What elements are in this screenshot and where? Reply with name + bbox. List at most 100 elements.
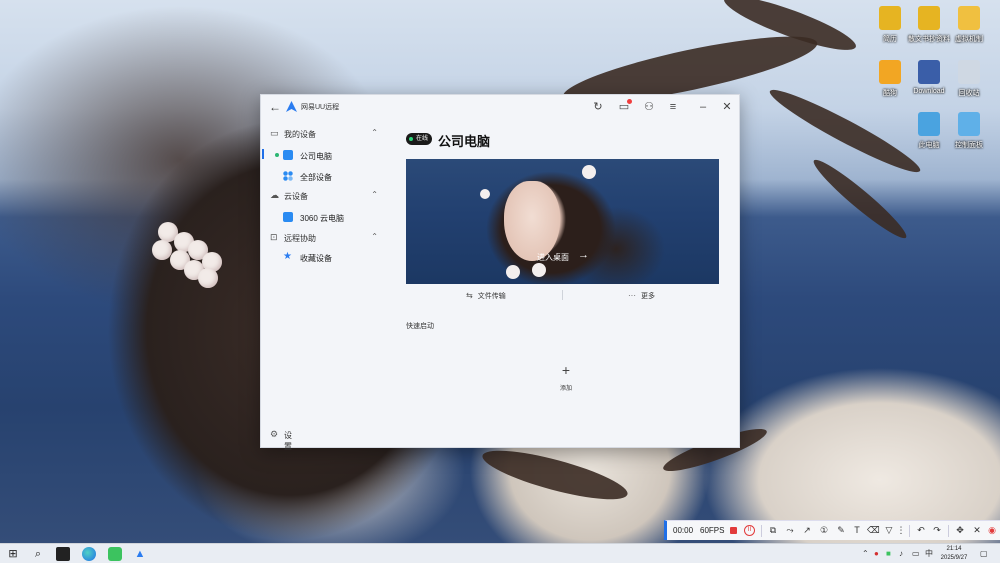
desktop-icon-recycle-bin[interactable]: 回收站 [939,60,999,98]
preview-face [504,181,560,261]
online-dot [275,153,279,157]
user-icon[interactable]: ⚇ [642,100,656,114]
uu-logo-icon [286,101,297,112]
chevron-up-icon[interactable]: ⌃ [371,232,378,241]
wallpaper-hair [478,441,632,509]
shapes-icon[interactable]: ⧉ [767,524,779,537]
network-icon[interactable]: ▭ [912,549,920,559]
move-icon[interactable]: ✥ [954,524,966,537]
toolbar-divider [909,525,910,537]
status-badge: 在线 [406,133,433,145]
preview-flower [582,165,596,179]
minimize-icon[interactable]: – [696,100,710,114]
user-icon [879,60,901,84]
sidebar-section-cloud-devices[interactable]: ☁ 云设备 ⌃ [270,189,378,203]
desktop-preview[interactable]: 进入桌面 → [406,159,719,284]
windows-start-icon[interactable]: ⊞ [6,547,20,561]
recycle-bin-icon [958,60,980,84]
pc-icon [283,150,293,160]
taskbar-clock[interactable]: 21:14 2025/9/27 [934,545,974,563]
uu-remote-window: ← 网易UU远程 ↻ ▭ ⚇ ≡ – ✕ ▭ 我的设备 ⌃ 公司电脑 全部设备 … [260,94,740,451]
gear-icon: ⚙ [270,429,279,439]
download-folder-icon [918,60,940,84]
number-marker-icon[interactable]: ① [818,524,830,537]
record-icon[interactable]: ◉ [986,524,998,537]
polyline-icon[interactable]: ⤳ [784,524,796,537]
close-icon[interactable]: ✕ [971,524,983,537]
screen-recorder-toolbar: 00:00 60FPS II ⧉ ⤳ ↗ ① ✎ T ⌫ ▽ ⋮ ↶ ↷ ✥ ✕… [664,520,1000,540]
cloud-icon: ☁ [270,190,279,200]
recording-time: 00:00 [673,526,694,535]
sidebar-section-my-devices[interactable]: ▭ 我的设备 ⌃ [270,127,378,141]
eraser-icon[interactable]: ⌫ [867,524,880,537]
add-quick-launch-button[interactable]: + 添加 [546,363,586,392]
volume-icon[interactable]: ♪ [899,549,903,559]
tray-app-red-icon[interactable]: ● [874,549,879,559]
star-icon: ★ [283,251,292,262]
toolbar-divider [948,525,949,537]
toolbar-divider [761,525,762,537]
arrow-right-icon[interactable]: → [578,249,589,261]
text-tool-icon[interactable]: T [851,524,863,537]
computer-icon [918,112,940,136]
undo-icon[interactable]: ↶ [915,524,927,537]
back-arrow-icon[interactable]: ← [269,100,281,114]
action-divider [562,290,563,300]
notification-badge [627,99,632,104]
menu-icon[interactable]: ≡ [666,100,680,114]
stop-recording-button[interactable] [730,527,737,534]
preview-flower [532,263,546,277]
more-button[interactable]: ··· 更多 [628,291,655,301]
grid-icon [283,171,293,181]
arrow-tool-icon[interactable]: ↗ [801,524,813,537]
input-language[interactable]: 中 [925,549,933,559]
recording-fps: 60FPS [700,526,725,535]
notification-center-icon[interactable]: ▢ [980,549,988,559]
sidebar-item-favorites[interactable]: ★ 收藏设备 [262,249,380,265]
desktop-icon-vm[interactable]: 虚拟机制 [939,6,999,44]
devices-icon: ▭ [270,128,279,138]
chevron-up-icon[interactable]: ⌃ [862,549,869,559]
edge-browser-icon[interactable] [82,547,96,561]
sidebar-item-company-pc[interactable]: 公司电脑 [262,147,380,163]
desktop-icon-control-panel[interactable]: 控制面板 [939,112,999,150]
file-transfer-button[interactable]: ⇆ 文件传输 [466,291,506,301]
app-icon-green[interactable] [108,547,122,561]
sidebar-item-cloud-pc-3060[interactable]: 3060 云电脑 [262,209,380,225]
app-icon-black[interactable] [56,547,70,561]
sidebar-section-remote-assist[interactable]: ⊡ 远程协助 ⌃ [270,231,378,245]
wallpaper-flower [180,240,230,290]
file-transfer-icon: ⇆ [466,291,473,300]
sidebar-item-all-devices[interactable]: 全部设备 [262,168,380,184]
folder-doc-icon [918,6,940,30]
title-bar: ← 网易UU远程 ↻ ▭ ⚇ ≡ – ✕ [261,95,739,119]
quick-launch-label: 快速启动 [406,323,434,330]
uu-remote-taskbar-icon[interactable]: ▲ [133,547,147,561]
plus-icon: + [561,362,571,378]
cloud-pc-icon [283,212,293,222]
assist-icon: ⊡ [270,232,278,242]
pen-icon[interactable]: ✎ [835,524,847,537]
close-icon[interactable]: ✕ [720,100,734,114]
device-title: 公司电脑 [438,134,491,149]
pause-recording-button[interactable]: II [744,525,755,536]
chevron-up-icon[interactable]: ⌃ [371,128,378,137]
sidebar: ▭ 我的设备 ⌃ 公司电脑 全部设备 ☁ 云设备 ⌃ 3060 云电脑 ⊡ 远程… [261,123,383,451]
device-panel: 在线 公司电脑 进入桌面 → ⇆ 文件传输 ··· 更多 快速启动 + 添加 [406,123,721,443]
notification-icon[interactable]: ▭ [617,99,632,114]
preview-flower [480,189,490,199]
folder-icon [958,6,980,30]
more-vertical-icon[interactable]: ⋮ [895,524,907,537]
chevron-up-icon[interactable]: ⌃ [371,190,378,199]
device-actions: ⇆ 文件传输 ··· 更多 [406,289,719,303]
preview-flower [506,265,520,279]
highlighter-icon[interactable]: ▽ [883,524,895,537]
window-title: 网易UU远程 [301,104,340,111]
tray-app-green-icon[interactable]: ■ [886,549,891,559]
redo-icon[interactable]: ↷ [931,524,943,537]
enter-desktop-button[interactable]: 进入桌面 [537,252,569,263]
refresh-icon[interactable]: ↻ [591,100,605,114]
search-icon[interactable]: ⌕ [31,547,45,561]
more-dots-icon: ··· [628,291,636,300]
control-panel-icon [958,112,980,136]
